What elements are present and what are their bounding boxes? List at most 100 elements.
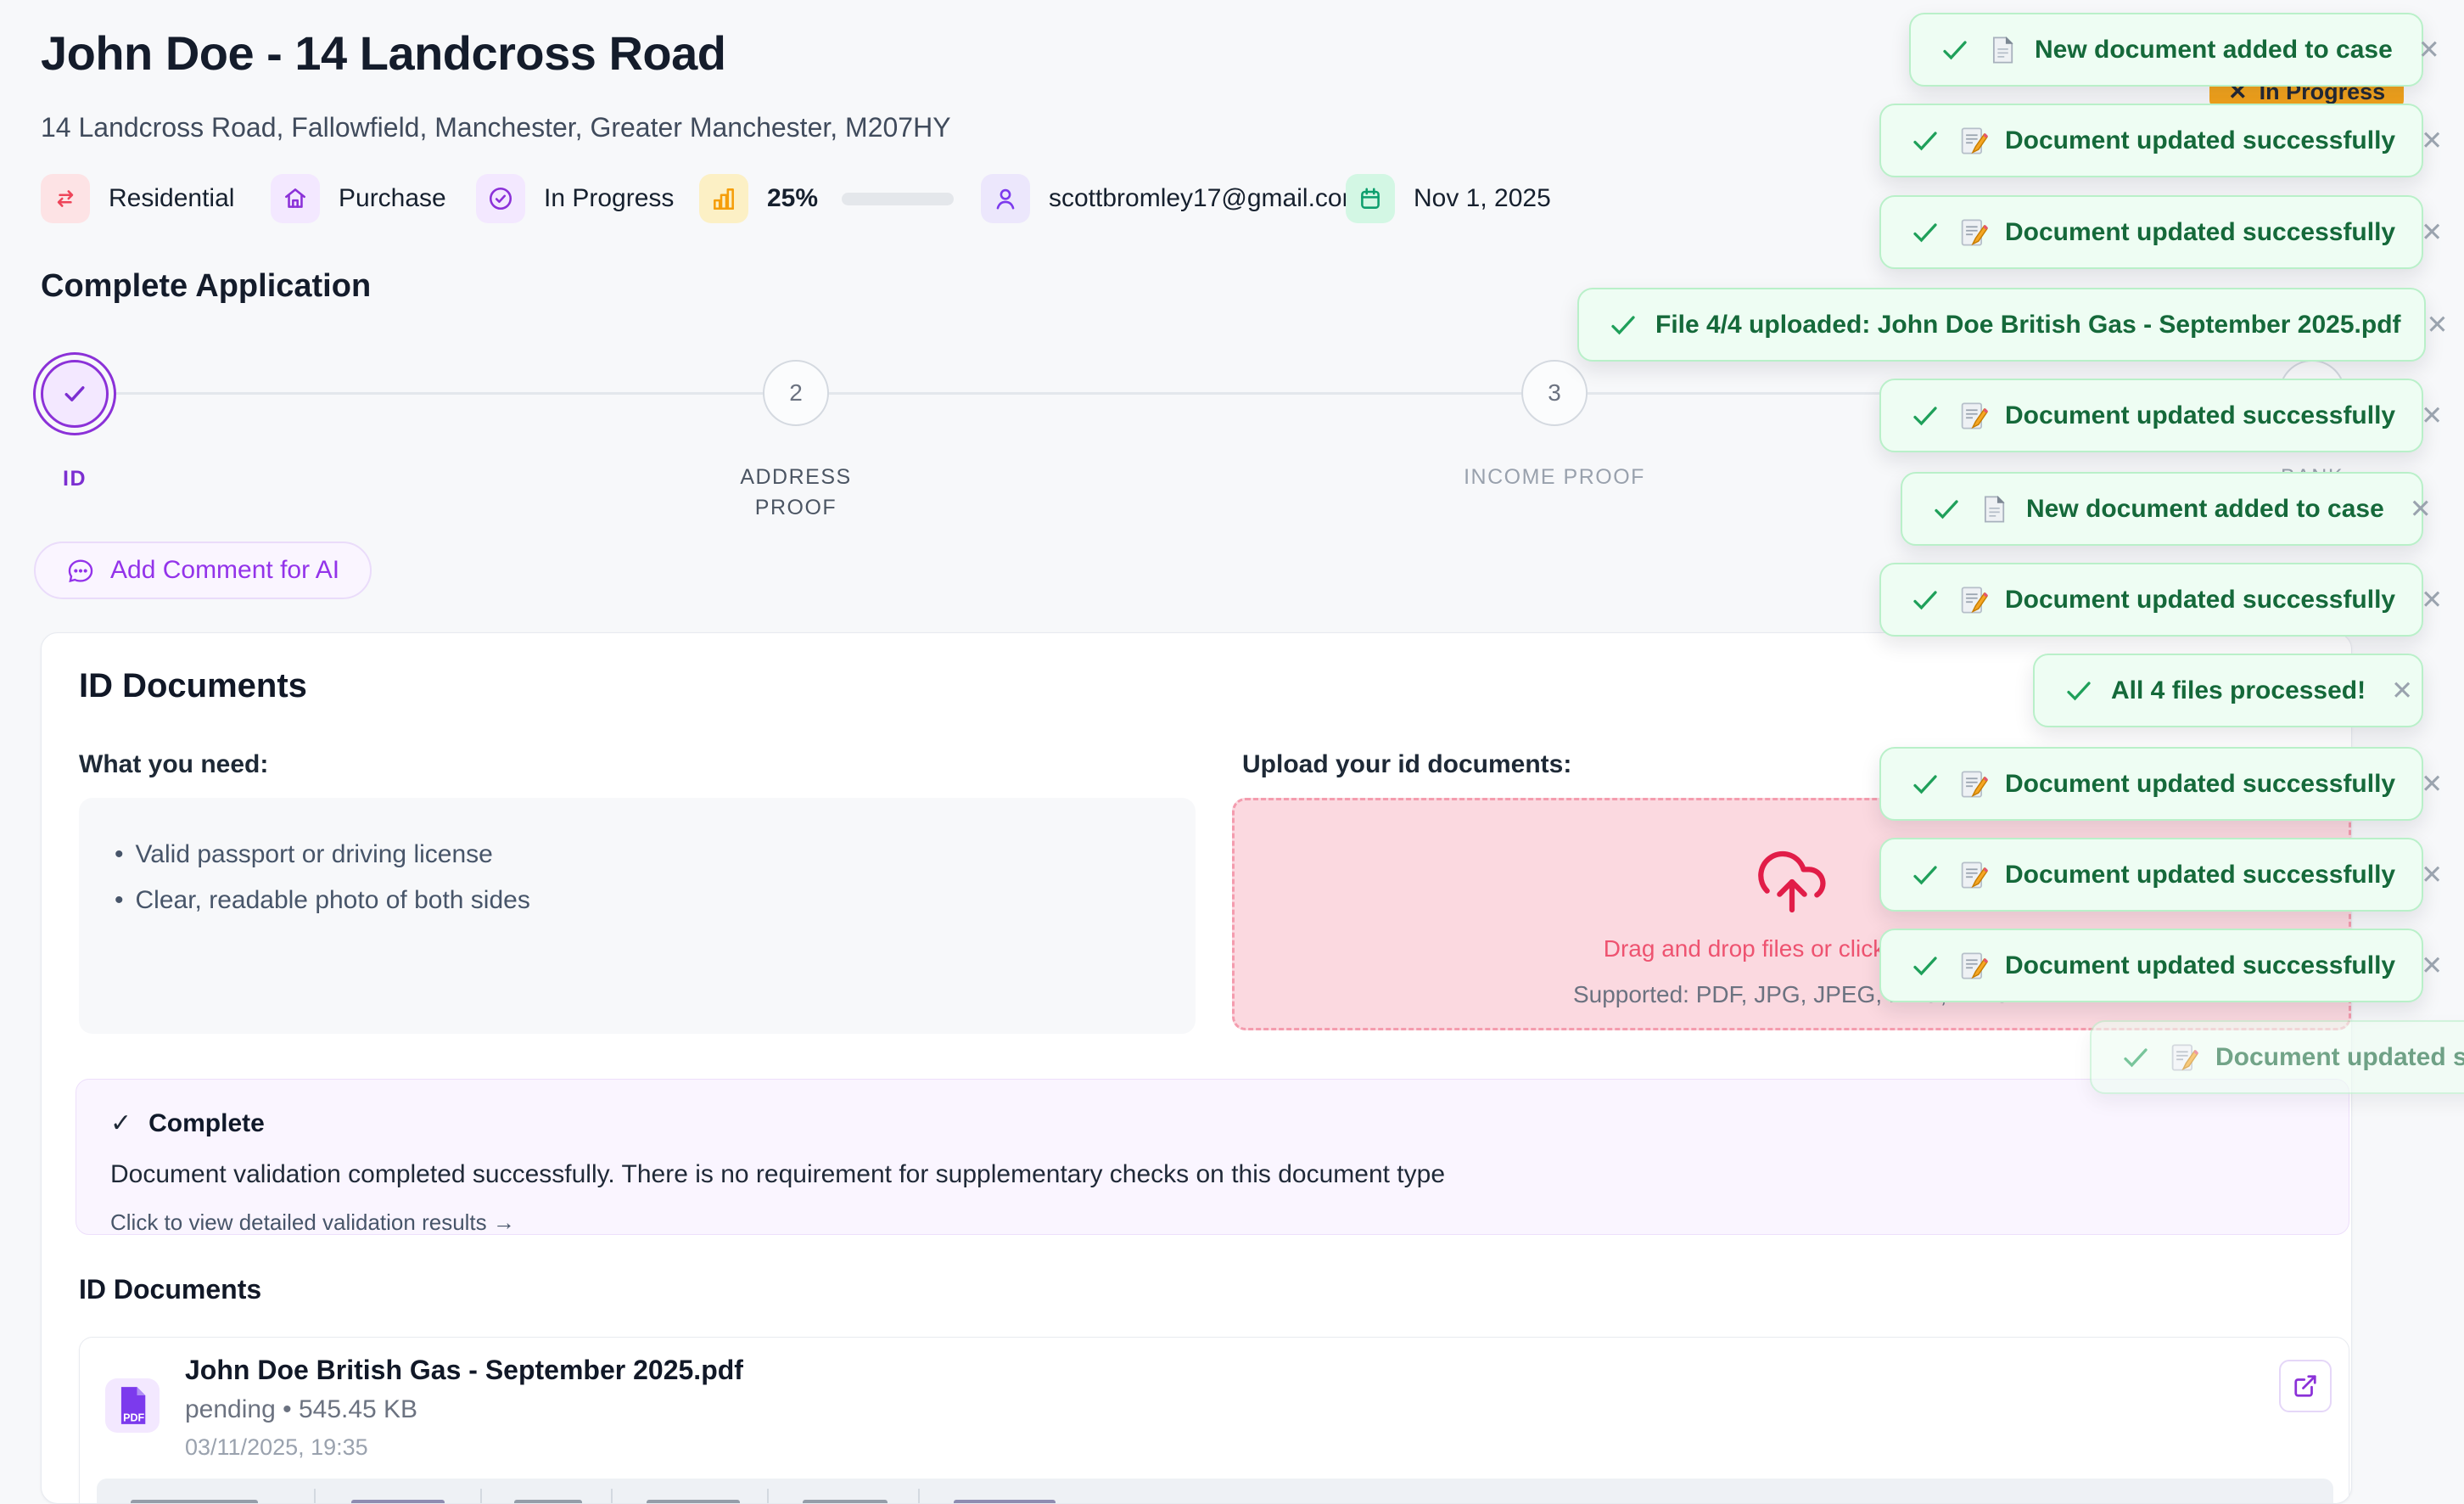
check-icon (1931, 494, 1962, 525)
file-name: John Doe British Gas - September 2025.pd… (185, 1355, 743, 1386)
toast-notification: Document updated successfully ✕ (1879, 929, 2423, 1002)
add-comment-ai-button[interactable]: Add Comment for AI (34, 542, 372, 599)
document-icon (1987, 35, 2018, 65)
memo-icon (1957, 860, 1988, 890)
progress-bar (842, 193, 954, 205)
check-icon (2064, 676, 2094, 706)
close-icon[interactable]: ✕ (2427, 310, 2449, 340)
document-icon (1979, 494, 2009, 525)
check-glyph: ✓ (110, 1108, 132, 1138)
file-timestamp: 03/11/2025, 19:35 (185, 1434, 368, 1461)
toast-message: Document updated successfully (2005, 401, 2395, 430)
toast-message: Document updated successfully (2005, 951, 2395, 980)
memo-icon (1957, 769, 1988, 800)
close-icon[interactable]: ✕ (2421, 126, 2443, 156)
step-id-circle[interactable] (41, 360, 109, 428)
check-icon (1910, 860, 1940, 890)
document-actions-bar[interactable] (97, 1479, 2333, 1504)
chat-bubble-icon (66, 556, 95, 585)
requirement-item: •Valid passport or driving license (115, 832, 1160, 878)
case-date: Nov 1, 2025 (1414, 184, 1551, 213)
toast-notification: New document added to case ✕ (1901, 472, 2423, 546)
page-title: John Doe - 14 Landcross Road (41, 25, 726, 81)
toast-notification: Document updated successfully ✕ (1879, 379, 2423, 452)
documents-list-title: ID Documents (79, 1274, 261, 1305)
chip-email: scottbromley17@gmail.com (981, 174, 1364, 223)
close-icon[interactable]: ✕ (2391, 676, 2413, 706)
close-icon[interactable]: ✕ (2421, 401, 2443, 431)
check-icon (2120, 1042, 2151, 1073)
close-icon[interactable]: ✕ (2410, 494, 2432, 525)
close-icon[interactable]: ✕ (2421, 769, 2443, 800)
close-icon[interactable]: ✕ (2418, 35, 2440, 65)
toast-message: Document updated successfully (2005, 126, 2395, 155)
action-stub (514, 1500, 582, 1504)
check-circle-icon (476, 174, 525, 223)
check-icon (1910, 585, 1940, 615)
card-title: ID Documents (79, 667, 307, 705)
check-icon (1910, 951, 1940, 981)
toast-notification: Document updated successfully ✕ (1879, 195, 2423, 269)
pdf-file-icon: PDF (105, 1378, 160, 1433)
toast-message: File 4/4 uploaded: John Doe British Gas … (1655, 311, 2401, 340)
swap-arrows-icon (41, 174, 90, 223)
memo-icon (1957, 951, 1988, 981)
memo-icon (1957, 126, 1988, 156)
check-icon (1910, 126, 1940, 156)
validation-title: Complete (148, 1109, 265, 1138)
memo-icon (1957, 217, 1988, 248)
case-email: scottbromley17@gmail.com (1049, 184, 1364, 213)
toast-notification: Document updated successfully ✕ (1879, 104, 2423, 177)
toast-notification: Document updated successfully ✕ (2090, 1020, 2464, 1094)
close-icon[interactable]: ✕ (2421, 860, 2443, 890)
person-icon (981, 174, 1030, 223)
chip-date: Nov 1, 2025 (1346, 174, 1551, 223)
check-icon (1608, 310, 1638, 340)
step-id-label: ID (63, 463, 87, 494)
requirements-box: •Valid passport or driving license •Clea… (79, 798, 1196, 1034)
step-address-circle[interactable]: 2 (763, 360, 829, 426)
action-stub (351, 1500, 445, 1504)
case-page: John Doe - 14 Landcross Road 14 Landcros… (0, 0, 2464, 1504)
toast-message: Document updated successfully (2005, 218, 2395, 247)
chip-progress: 25% (699, 174, 954, 223)
step-address-proof: 2 ADDRESS PROOF (720, 360, 872, 524)
step-address-label: ADDRESS PROOF (720, 462, 872, 524)
check-icon (60, 379, 89, 408)
toast-notification: All 4 files processed! ✕ (2033, 654, 2423, 727)
step-id: ID (41, 360, 109, 494)
cloud-upload-icon (1755, 845, 1829, 919)
check-icon (1910, 217, 1940, 248)
property-address: 14 Landcross Road, Fallowfield, Manchest… (41, 112, 951, 143)
step-income-circle[interactable]: 3 (1521, 360, 1588, 426)
step-income-proof: 3 INCOME PROOF (1464, 360, 1645, 492)
section-title: Complete Application (41, 268, 371, 305)
close-icon[interactable]: ✕ (2421, 217, 2443, 248)
check-icon (1910, 401, 1940, 431)
validation-status-box: ✓ Complete Document validation completed… (76, 1079, 2349, 1235)
toast-message: New document added to case (2026, 495, 2384, 524)
document-row: PDF John Doe British Gas - September 202… (79, 1337, 2349, 1504)
action-stub (131, 1500, 258, 1504)
requirements-title: What you need: (79, 750, 268, 779)
chip-status: In Progress (476, 174, 674, 223)
close-icon[interactable]: ✕ (2421, 585, 2443, 615)
toast-message: Document updated successfully (2005, 586, 2395, 615)
toast-message: Document updated successfully (2005, 770, 2395, 799)
toast-message: Document updated successfully (2215, 1043, 2464, 1072)
validation-body: Document validation completed successful… (110, 1160, 2315, 1189)
open-document-button[interactable] (2279, 1360, 2332, 1412)
step-income-label: INCOME PROOF (1464, 462, 1645, 492)
calendar-icon (1346, 174, 1395, 223)
close-icon[interactable]: ✕ (2421, 951, 2443, 981)
validation-details-link[interactable]: Click to view detailed validation result… (110, 1209, 2315, 1236)
bar-chart-icon (699, 174, 748, 223)
check-icon (1910, 769, 1940, 800)
external-link-icon (2293, 1373, 2318, 1399)
toast-notification: Document updated successfully ✕ (1879, 747, 2423, 821)
svg-text:PDF: PDF (123, 1412, 144, 1424)
validation-title-row: ✓ Complete (110, 1108, 2315, 1138)
toast-notification: New document added to case ✕ (1909, 13, 2423, 87)
memo-icon (1957, 585, 1988, 615)
action-stub (954, 1500, 1056, 1504)
